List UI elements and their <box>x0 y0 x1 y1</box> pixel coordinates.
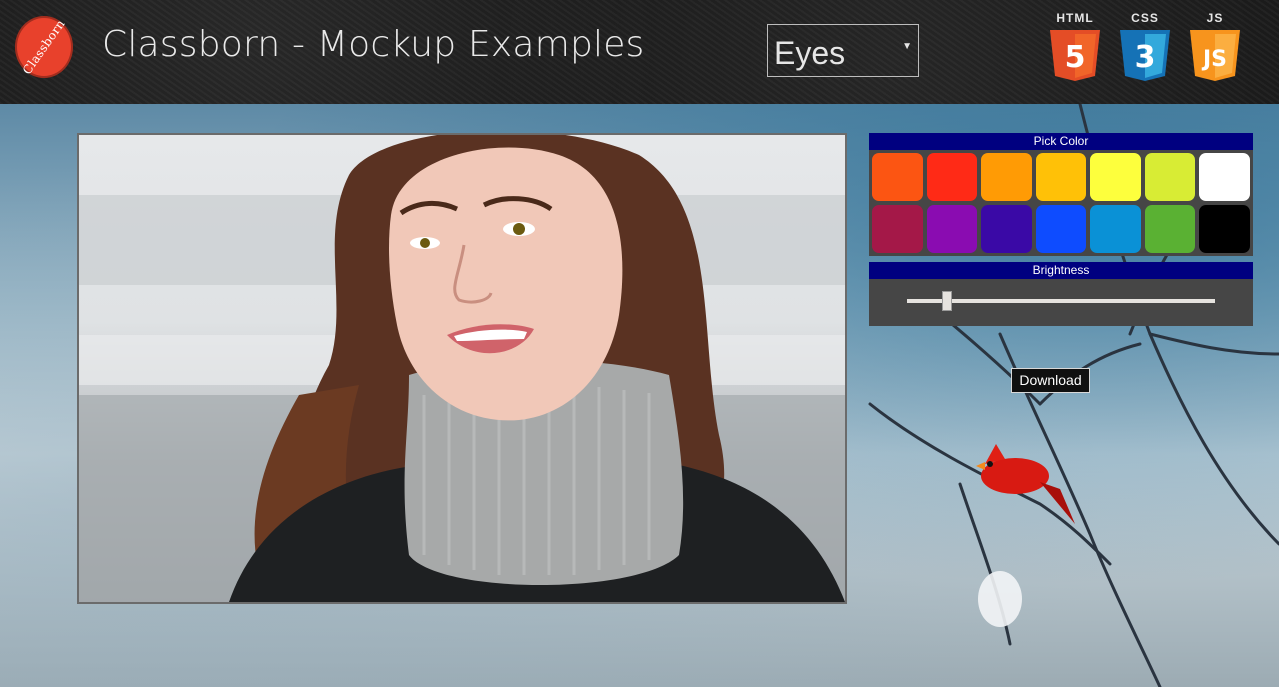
classborn-logo: Classborn <box>15 16 73 78</box>
color-swatch[interactable] <box>981 153 1032 201</box>
html5-label: HTML <box>1056 11 1094 25</box>
css3-badge: CSS 3 <box>1118 12 1172 84</box>
js-icon: JS <box>1190 30 1240 81</box>
color-swatch[interactable] <box>1144 153 1196 201</box>
color-swatch[interactable] <box>926 205 978 253</box>
background-scene: Pick Color Brightness Download <box>0 104 1279 687</box>
download-button[interactable]: Download <box>1011 368 1090 393</box>
js-badge: JS JS <box>1188 12 1242 84</box>
cardinal-bird <box>976 444 1075 524</box>
css3-icon: 3 <box>1120 30 1170 81</box>
page-title: Classborn - Mockup Examples <box>102 24 645 65</box>
html5-badge: HTML 5 <box>1048 12 1102 84</box>
color-swatch[interactable] <box>872 205 923 253</box>
html5-number: 5 <box>1065 40 1086 75</box>
color-swatch[interactable] <box>1144 205 1196 253</box>
color-swatch[interactable] <box>926 153 978 201</box>
color-swatch[interactable] <box>1090 205 1141 253</box>
html5-icon: 5 <box>1050 30 1100 81</box>
feature-select[interactable]: Eyes ▼ <box>767 24 919 77</box>
color-swatch[interactable] <box>1199 205 1250 253</box>
portrait-illustration <box>79 135 845 602</box>
chevron-down-icon: ▼ <box>902 41 912 52</box>
css3-number: 3 <box>1135 40 1156 75</box>
css3-label: CSS <box>1131 11 1159 25</box>
app-header: Classborn Classborn - Mockup Examples Ey… <box>0 0 1279 104</box>
logo-text: Classborn <box>20 16 68 78</box>
brightness-slider-track[interactable] <box>907 299 1215 303</box>
js-number: JS <box>1201 47 1227 72</box>
color-swatch[interactable] <box>1090 153 1141 201</box>
brightness-slider-thumb[interactable] <box>942 291 953 311</box>
feature-select-value: Eyes <box>774 35 846 71</box>
color-swatch-grid <box>869 150 1253 256</box>
color-swatch[interactable] <box>1199 153 1250 201</box>
brightness-panel <box>869 279 1253 326</box>
pick-color-header: Pick Color <box>869 133 1253 150</box>
color-swatch[interactable] <box>981 205 1032 253</box>
brightness-header: Brightness <box>869 262 1253 279</box>
color-swatch[interactable] <box>1035 205 1087 253</box>
color-swatch[interactable] <box>1035 153 1087 201</box>
js-label: JS <box>1206 11 1224 25</box>
color-swatch[interactable] <box>872 153 923 201</box>
portrait-photo <box>77 133 847 604</box>
